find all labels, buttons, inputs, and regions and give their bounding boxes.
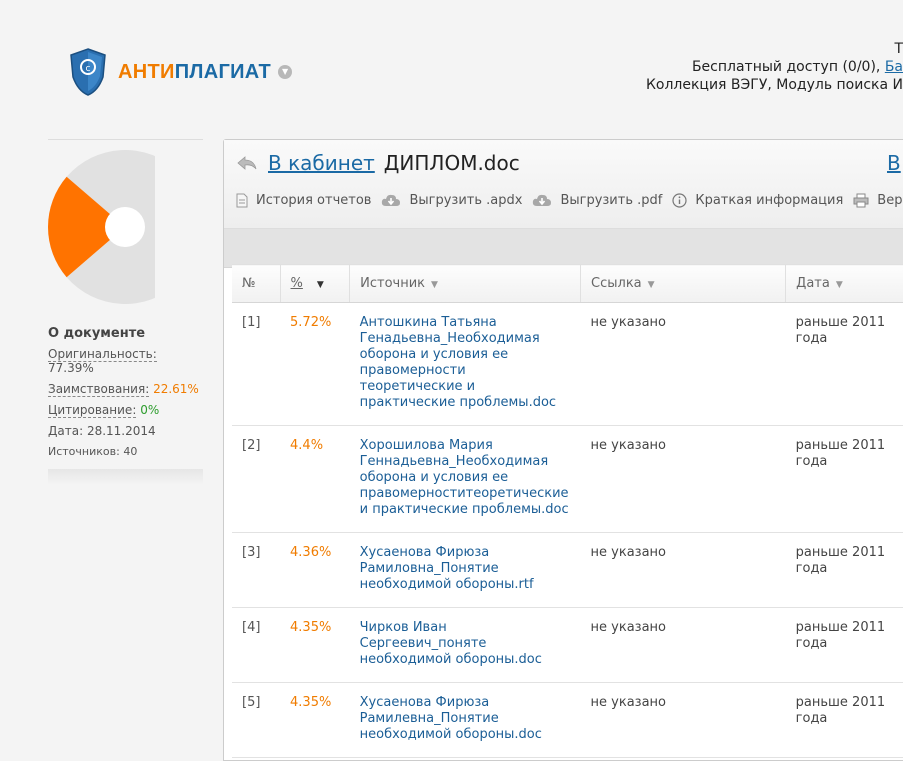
table-row: [1] 5.72% Антошкина Татьяна Генадьевна_Н… [232, 302, 903, 426]
report-panel: В кабинет ДИПЛОМ.doc В История отчетов В… [223, 139, 903, 761]
table-row: [5] 4.35% Хусаенова Фирюза Рамилевна_Пон… [232, 682, 903, 758]
row-source-link[interactable]: Хусаенова Фирюза Рамиловна_Понятие необх… [349, 532, 581, 608]
back-to-cabinet-link[interactable]: В кабинет [268, 151, 375, 175]
column-number: № [232, 264, 281, 303]
row-percent: 4.35% [280, 682, 350, 758]
about-document-title: О документе [48, 326, 146, 341]
document-icon [236, 193, 248, 208]
row-number: [5] [232, 682, 281, 758]
chevron-down-icon[interactable]: ▼ [278, 65, 293, 79]
export-apdx-button[interactable]: Выгрузить .apdx [381, 193, 522, 208]
version-print-button[interactable]: Верси [853, 193, 903, 208]
row-percent: 4.4% [280, 425, 350, 533]
sort-icon[interactable]: ▼ [836, 280, 843, 290]
row-link: не указано [580, 607, 786, 683]
originality-stat: Оригинальность: 77.39% [48, 347, 157, 375]
row-link: не указано [580, 682, 786, 758]
row-percent: 5.72% [280, 302, 350, 426]
brief-info-button[interactable]: Краткая информация [672, 193, 843, 208]
row-source-link[interactable]: Хусаенова Фирюза Рамилевна_Понятие необх… [349, 682, 581, 758]
account-info: Т Бесплатный доступ (0/0), Ба Коллекция … [646, 40, 903, 94]
sources-table: № % ▼ Источник ▼ Ссылка ▼ Дата ▼ [1] 5.72% А… [232, 264, 903, 758]
sort-icon[interactable]: ▼ [431, 280, 438, 290]
row-number: [4] [232, 607, 281, 683]
row-date: раньше 2011 года [785, 425, 903, 533]
history-button[interactable]: История отчетов [236, 193, 371, 208]
right-link[interactable]: В [887, 151, 901, 175]
row-number: [2] [232, 425, 281, 533]
row-number: [1] [232, 302, 281, 426]
column-source[interactable]: Источник ▼ [349, 264, 582, 303]
row-percent: 4.35% [280, 607, 350, 683]
sort-desc-icon[interactable]: ▼ [317, 280, 324, 290]
citation-stat: Цитирование: 0% [48, 403, 160, 418]
row-date: раньше 2011 года [785, 607, 903, 683]
column-date[interactable]: Дата ▼ [785, 264, 903, 303]
cloud-download-icon [533, 194, 552, 206]
row-percent: 4.36% [280, 532, 350, 608]
row-link: не указано [580, 425, 786, 533]
sources-count-stat: Источников: 40 [48, 445, 138, 458]
row-number: [3] [232, 532, 281, 608]
column-percent[interactable]: % ▼ [280, 264, 351, 303]
logo-text: АНТИПЛАГИАТ [118, 60, 272, 83]
document-sidebar: О документе Оригинальность: 77.39% Заимс… [48, 139, 203, 485]
printer-icon [853, 193, 869, 208]
svg-text:c: c [86, 64, 91, 74]
originality-chart [48, 140, 203, 318]
collection-info: Коллекция ВЭГУ, Модуль поиска И [645, 77, 903, 93]
row-source-link[interactable]: Хорошилова Мария Геннадьевна_Необходимая… [349, 425, 581, 533]
row-source-link[interactable]: Чирков Иван Сергеевич_поняте необходимой… [349, 607, 581, 683]
account-line-2: Бесплатный доступ (0/0), Ба [691, 59, 903, 75]
info-icon [672, 193, 687, 208]
row-date: раньше 2011 года [785, 302, 903, 426]
account-line-1: Т [894, 41, 903, 57]
table-header-row: № % ▼ Источник ▼ Ссылка ▼ Дата ▼ [232, 264, 903, 303]
balance-link[interactable]: Ба [885, 59, 903, 75]
row-link: не указано [580, 532, 786, 608]
date-stat: Дата: 28.11.2014 [48, 424, 156, 438]
table-row: [3] 4.36% Хусаенова Фирюза Рамиловна_Пон… [232, 532, 903, 608]
row-date: раньше 2011 года [785, 532, 903, 608]
cloud-download-icon [382, 194, 401, 206]
logo[interactable]: c АНТИПЛАГИАТ ▼ [68, 47, 293, 97]
row-link: не указано [580, 302, 786, 426]
table-row: [2] 4.4% Хорошилова Мария Геннадьевна_Не… [232, 425, 903, 533]
back-arrow-icon[interactable] [236, 155, 258, 171]
donut-hole [105, 207, 145, 247]
row-date: раньше 2011 года [785, 682, 903, 758]
table-row: [4] 4.35% Чирков Иван Сергеевич_поняте н… [232, 607, 903, 683]
report-toolbar: История отчетов Выгрузить .apdx Выгрузит… [236, 193, 903, 208]
sort-icon[interactable]: ▼ [648, 280, 655, 290]
toolbar-band [224, 229, 903, 268]
export-pdf-button[interactable]: Выгрузить .pdf [532, 193, 662, 208]
document-name: ДИПЛОМ.doc [383, 151, 520, 175]
column-link[interactable]: Ссылка ▼ [580, 264, 787, 303]
borrowing-stat: Заимствования: 22.61% [48, 382, 199, 397]
row-source-link[interactable]: Антошкина Татьяна Генадьевна_Необходимая… [349, 302, 581, 426]
shield-copyright-icon: c [70, 48, 106, 96]
